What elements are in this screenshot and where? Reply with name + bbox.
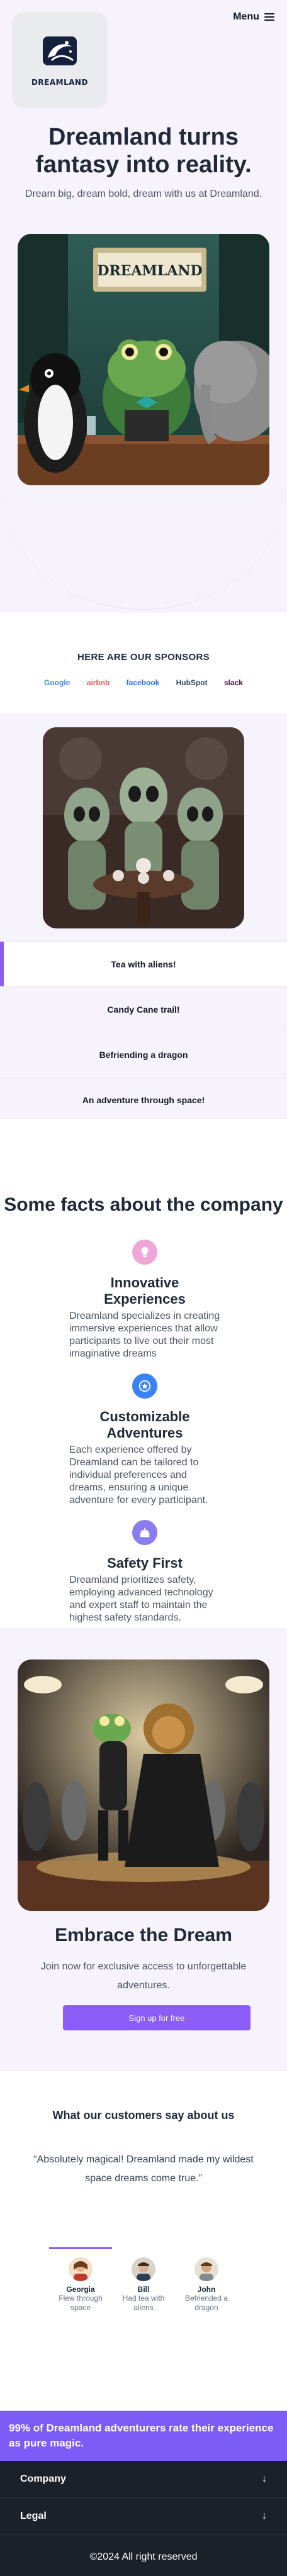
sponsor-facebook-logo: facebook (126, 678, 160, 687)
sponsor-logos: Google airbnb facebook HubSpot slack (44, 678, 243, 687)
sponsors-section: HERE ARE OUR SPONSORS Google airbnb face… (0, 613, 287, 713)
avatar (194, 2257, 218, 2281)
active-indicator (175, 2247, 238, 2249)
avatar (69, 2257, 93, 2281)
lightbulb-icon (132, 1240, 157, 1265)
person-name: Georgia (66, 2285, 95, 2294)
person-role: Flew through space (59, 2294, 103, 2312)
dreamland-logo-icon (43, 36, 77, 65)
cake-icon (132, 1520, 157, 1545)
stat-text: 99% of Dreamland adventurers rate their … (9, 2422, 274, 2449)
facts-title: Some facts about the company (4, 1194, 283, 1215)
embrace-image-frog-lion-dance (18, 1660, 269, 1911)
person-name: John (197, 2285, 216, 2294)
fact-text: Dreamland specializes in creating immers… (69, 1311, 220, 1359)
person-name: Bill (137, 2285, 150, 2294)
person-role: Befriended a dragon (184, 2294, 228, 2312)
copyright-text: ©2024 All right reserved (89, 2551, 198, 2562)
testimonial-person-john[interactable]: John Befriended a dragon (175, 2247, 238, 2313)
fact-item: Customizable Adventures Each experience … (69, 1373, 220, 1507)
hero-title: Dreamland turns fantasy into reality. (35, 124, 252, 178)
footer: Company ↓ Legal ↓ ©2024 All right reserv… (0, 2461, 287, 2576)
logo-text: DREAMLAND (31, 78, 89, 87)
avatar (132, 2257, 155, 2281)
sponsor-airbnb-logo: airbnb (86, 678, 110, 687)
testimonial-person-bill[interactable]: Bill Had tea with aliens (112, 2247, 175, 2313)
hero-subtitle: Dream big, dream bold, dream with us at … (25, 189, 262, 199)
embrace-title: Embrace the Dream (55, 1925, 232, 1946)
facts-section: Some facts about the company Innovative … (0, 1119, 287, 1628)
star-badge-icon (132, 1373, 157, 1399)
fact-text: Dreamland prioritizes safety, employing … (69, 1575, 213, 1623)
fact-text: Each experience offered by Dreamland can… (69, 1445, 208, 1505)
fact-item: Innovative Experiences Dreamland special… (69, 1240, 220, 1360)
fact-item: Safety First Dreamland prioritizes safet… (69, 1520, 220, 1624)
footer-section-label: Legal (20, 2511, 47, 2521)
sponsor-google-logo: Google (44, 678, 70, 687)
menu-button[interactable]: Menu (233, 11, 274, 23)
fact-title: Safety First (107, 1555, 183, 1571)
footer-section-label: Company (20, 2474, 66, 2484)
person-role: Had tea with aliens (122, 2294, 165, 2312)
sign-up-button[interactable]: Sign up for free (63, 2005, 250, 2030)
experiences-tabs-section: Tea with aliens! Candy Cane trail! Befri… (0, 713, 287, 1119)
tab-candy-cane-trail[interactable]: Candy Cane trail! (0, 986, 287, 1032)
hamburger-icon (264, 13, 274, 21)
tab-image-aliens-tea (43, 727, 244, 928)
embrace-text: Join now for exclusive access to unforge… (40, 1961, 247, 1991)
tab-adventure-through-space[interactable]: An adventure through space! (0, 1077, 287, 1122)
fact-title: Customizable Adventures (99, 1409, 190, 1441)
embrace-section: Embrace the Dream Join now for exclusive… (0, 1628, 287, 2071)
active-indicator (49, 2247, 112, 2249)
testimonials-section: What our customers say about us “Absolut… (0, 2071, 287, 2411)
sponsors-title: HERE ARE OUR SPONSORS (77, 652, 210, 663)
logo[interactable]: DREAMLAND (13, 13, 107, 107)
arrow-down-icon: ↓ (262, 2474, 267, 2484)
testimonial-person-georgia[interactable]: Georgia Flew through space (49, 2247, 112, 2313)
tab-befriending-a-dragon[interactable]: Befriending a dragon (0, 1032, 287, 1077)
footer-company-accordion[interactable]: Company ↓ (0, 2461, 287, 2497)
testimonial-quote: “Absolutely magical! Dreamland made my w… (33, 2154, 254, 2184)
active-indicator (112, 2247, 175, 2249)
fact-title: Innovative Experiences (104, 1275, 186, 1307)
hero-image-animals-meeting: DREAMLAND (18, 234, 269, 485)
tab-tea-with-aliens[interactable]: Tea with aliens! (0, 941, 287, 986)
footer-legal-accordion[interactable]: Legal ↓ (0, 2498, 287, 2535)
top-bar: DREAMLAND Menu (0, 0, 287, 107)
sponsor-slack-logo: slack (223, 678, 243, 687)
menu-label: Menu (233, 11, 259, 22)
testimonials-title: What our customers say about us (52, 2109, 235, 2122)
stat-banner: 99% of Dreamland adventurers rate their … (0, 2411, 287, 2461)
sponsor-hubspot-logo: HubSpot (176, 678, 208, 687)
testimonial-people: Georgia Flew through space Bill Had tea … (49, 2247, 238, 2313)
hero-section: DREAMLAND Menu Dreamland turns fantasy i… (0, 0, 287, 613)
arrow-down-icon: ↓ (262, 2511, 267, 2521)
hero-image-sign-text: DREAMLAND (97, 263, 202, 279)
